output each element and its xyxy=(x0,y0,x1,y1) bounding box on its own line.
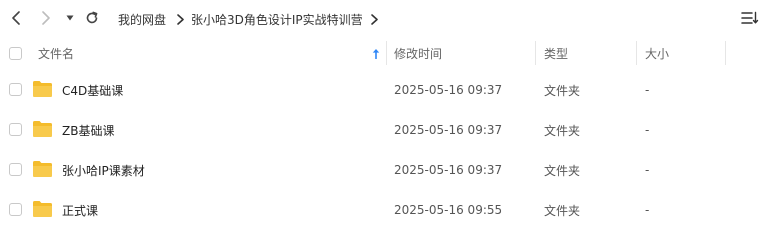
column-header-name[interactable]: 文件名 xyxy=(38,38,74,68)
file-row[interactable]: 正式课 2025-05-16 09:55 文件夹 - xyxy=(0,190,767,230)
file-row[interactable]: 张小哈IP课素材 2025-05-16 09:37 文件夹 - xyxy=(0,150,767,190)
row-checkbox[interactable] xyxy=(9,83,22,96)
refresh-icon xyxy=(86,11,98,24)
file-size: - xyxy=(645,163,650,177)
file-modified: 2025-05-16 09:55 xyxy=(394,203,503,217)
sort-arrow-icon[interactable] xyxy=(371,38,381,68)
file-size: - xyxy=(645,203,650,217)
file-modified: 2025-05-16 09:37 xyxy=(394,83,503,97)
back-button[interactable] xyxy=(8,9,24,27)
folder-icon xyxy=(33,121,52,137)
file-modified: 2025-05-16 09:37 xyxy=(394,123,503,137)
column-divider[interactable] xyxy=(725,41,726,65)
toolbar: 我的网盘 张小哈3D角色设计IP实战特训营 xyxy=(0,0,767,36)
folder-icon xyxy=(33,81,52,97)
file-modified: 2025-05-16 09:37 xyxy=(394,163,503,177)
file-type: 文件夹 xyxy=(544,203,581,218)
file-name[interactable]: ZB基础课 xyxy=(62,110,114,150)
file-type: 文件夹 xyxy=(544,123,581,138)
folder-icon xyxy=(33,201,52,217)
column-divider[interactable] xyxy=(636,41,637,65)
breadcrumb-item-current[interactable]: 张小哈3D角色设计IP实战特训营 xyxy=(191,11,363,28)
column-header: 文件名 修改时间 类型 大小 xyxy=(0,38,767,68)
breadcrumb-chevron-icon[interactable] xyxy=(370,13,378,25)
chevron-left-icon xyxy=(12,11,20,25)
history-dropdown-button[interactable] xyxy=(64,9,76,27)
refresh-button[interactable] xyxy=(84,9,100,27)
breadcrumb-item-root[interactable]: 我的网盘 xyxy=(118,11,166,28)
file-type: 文件夹 xyxy=(544,83,581,98)
breadcrumb-chevron-icon xyxy=(177,13,184,25)
file-name[interactable]: 张小哈IP课素材 xyxy=(62,150,145,190)
column-divider[interactable] xyxy=(535,41,536,65)
row-checkbox[interactable] xyxy=(9,163,22,176)
list-view-button[interactable] xyxy=(741,10,759,26)
file-size: - xyxy=(645,83,650,97)
dropdown-icon xyxy=(66,15,74,21)
breadcrumb: 我的网盘 张小哈3D角色设计IP实战特训营 xyxy=(118,10,378,28)
column-divider[interactable] xyxy=(386,41,387,65)
folder-icon xyxy=(33,161,52,177)
column-header-type[interactable]: 类型 xyxy=(544,38,568,68)
file-type: 文件夹 xyxy=(544,163,581,178)
column-header-modified[interactable]: 修改时间 xyxy=(394,38,442,68)
forward-button[interactable] xyxy=(38,9,54,27)
file-row[interactable]: C4D基础课 2025-05-16 09:37 文件夹 - xyxy=(0,70,767,110)
row-checkbox[interactable] xyxy=(9,123,22,136)
file-row[interactable]: ZB基础课 2025-05-16 09:37 文件夹 - xyxy=(0,110,767,150)
file-size: - xyxy=(645,123,650,137)
select-all-checkbox[interactable] xyxy=(9,47,22,60)
file-name[interactable]: 正式课 xyxy=(62,190,98,230)
list-view-icon xyxy=(741,11,759,24)
file-name[interactable]: C4D基础课 xyxy=(62,70,123,110)
chevron-right-icon xyxy=(42,11,50,25)
row-checkbox[interactable] xyxy=(9,203,22,216)
column-header-size[interactable]: 大小 xyxy=(645,38,669,68)
